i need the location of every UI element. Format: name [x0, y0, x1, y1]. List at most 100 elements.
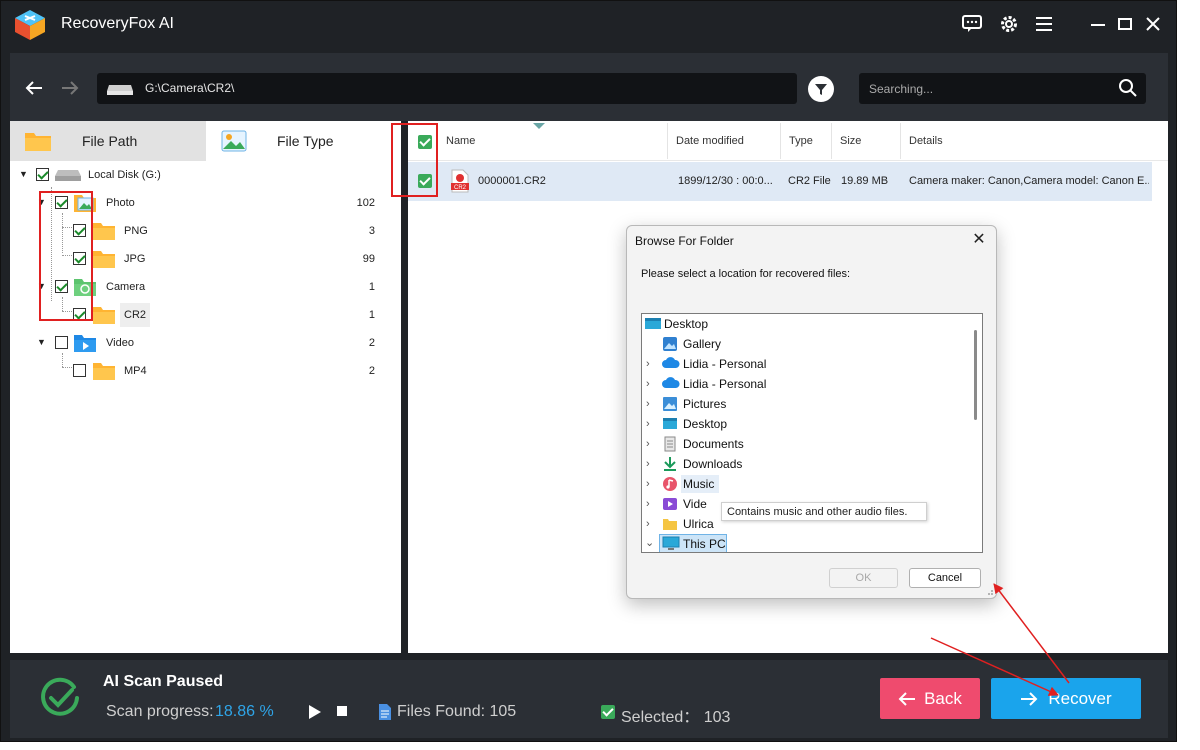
expand-chevron-icon[interactable]: › [646, 458, 650, 470]
tree-checkbox[interactable] [36, 168, 49, 181]
tree-item-count: 99 [362, 253, 375, 265]
folder-item-label: This PC [683, 537, 726, 551]
ok-button[interactable]: OK [829, 568, 898, 588]
forward-arrow-icon [1021, 691, 1038, 706]
cloud-icon [662, 357, 680, 368]
tree-item-count: 2 [368, 337, 375, 349]
search-input[interactable] [859, 73, 1109, 104]
column-header-name[interactable]: Name [446, 135, 475, 147]
filter-icon[interactable] [808, 76, 834, 102]
path-field[interactable]: G:\Camera\CR2\ [97, 73, 797, 104]
browse-folder-dialog: Browse For Folder ✕ Please select a loca… [626, 225, 997, 599]
back-button[interactable]: Back [880, 678, 980, 719]
sort-arrow-icon[interactable] [533, 123, 545, 130]
gallery-icon [663, 337, 677, 351]
folder-icon [93, 223, 115, 240]
collapse-arrow-icon[interactable]: ▼ [37, 337, 47, 347]
selected-count: Selected： 103 [621, 709, 731, 726]
menu-icon[interactable] [1031, 11, 1057, 37]
folder-icon [25, 133, 51, 151]
folder-item-desktop[interactable]: › Desktop [642, 414, 972, 434]
search-icon[interactable] [1118, 78, 1138, 98]
expand-chevron-icon[interactable]: › [646, 398, 650, 410]
close-icon[interactable] [1140, 11, 1166, 37]
expand-chevron-icon[interactable]: › [646, 438, 650, 450]
cloud-icon [662, 377, 680, 388]
cr2-file-icon: CR2 [451, 169, 469, 193]
vertical-scrollbar[interactable] [1152, 161, 1168, 653]
folder-icon [93, 363, 115, 380]
column-header-date[interactable]: Date modified [676, 135, 744, 147]
expand-chevron-icon[interactable]: › [646, 418, 650, 430]
tab-file-path[interactable]: File Path [10, 121, 206, 161]
folder-item-label: Vide [683, 497, 707, 511]
expand-chevron-icon[interactable]: › [646, 378, 650, 390]
gear-icon[interactable] [996, 11, 1022, 37]
tree-item-local-disk[interactable]: ▼ Local Disk (G:) [10, 161, 401, 189]
tree-item-count: 3 [368, 225, 375, 237]
image-file-icon [221, 130, 247, 152]
selected-check-icon [601, 705, 615, 719]
dialog-close-icon[interactable]: ✕ [970, 231, 988, 249]
column-header-details[interactable]: Details [909, 135, 943, 147]
check-circle-icon [41, 677, 79, 716]
feedback-icon[interactable] [959, 11, 985, 37]
folder-item-lidia-personal[interactable]: › Lidia - Personal [642, 354, 972, 374]
tree-checkbox[interactable] [55, 336, 68, 349]
folder-item-lidia-personal-2[interactable]: › Lidia - Personal [642, 374, 972, 394]
collapse-arrow-icon[interactable]: ▼ [19, 169, 29, 179]
tree-item-label: JPG [124, 253, 146, 265]
annotation-box-right [391, 123, 438, 197]
desktop-icon [663, 418, 677, 429]
drive-icon [55, 170, 81, 181]
tree-item-count: 2 [368, 365, 375, 377]
expand-chevron-icon[interactable]: › [646, 498, 650, 510]
cancel-button[interactable]: Cancel [909, 568, 981, 588]
app-title: RecoveryFox AI [61, 15, 174, 32]
column-header-type[interactable]: Type [789, 135, 813, 147]
folder-item-pictures[interactable]: › Pictures [642, 394, 972, 414]
file-type: CR2 File [788, 175, 831, 187]
video-folder-icon [74, 335, 96, 352]
expand-chevron-icon[interactable]: › [646, 518, 650, 530]
expand-chevron-icon[interactable]: › [646, 358, 650, 370]
forward-arrow-icon[interactable] [57, 75, 83, 101]
file-size: 19.89 MB [841, 175, 889, 187]
title-bar: RecoveryFox AI [1, 1, 1176, 51]
navigation-bar: G:\Camera\CR2\ [10, 53, 1168, 121]
tree-item-video[interactable]: ▼ Video 2 [10, 329, 401, 357]
expand-chevron-icon[interactable]: › [646, 478, 650, 490]
tree-item-label: MP4 [124, 365, 147, 377]
minimize-icon[interactable] [1085, 11, 1111, 37]
dialog-scroll-thumb[interactable] [974, 330, 977, 420]
resize-grip-icon[interactable] [986, 588, 994, 596]
tab-file-path-label: File Path [82, 133, 138, 149]
play-icon[interactable] [308, 704, 322, 720]
folder-item-gallery[interactable]: Gallery [642, 334, 972, 354]
folder-item-desktop-root[interactable]: Desktop [642, 314, 972, 334]
folder-item-label: Pictures [683, 397, 727, 411]
recover-button[interactable]: Recover [991, 678, 1141, 719]
folder-item-documents[interactable]: › Documents [642, 434, 972, 454]
table-row[interactable]: CR2 0000001.CR2 1899/12/30 : 00:0... CR2… [408, 162, 1152, 201]
tree-item-label: Camera [106, 281, 146, 293]
stop-icon[interactable] [337, 706, 347, 716]
desktop-icon [645, 318, 661, 329]
folder-item-music[interactable]: › Music [642, 474, 972, 494]
folder-picker-tree[interactable]: Desktop Gallery › Lidia - Personal › Lid… [641, 313, 983, 553]
search-box [859, 73, 1146, 104]
maximize-icon[interactable] [1112, 11, 1138, 37]
folder-item-label: Ulrica [683, 517, 714, 531]
folder-item-downloads[interactable]: › Downloads [642, 454, 972, 474]
column-header-size[interactable]: Size [840, 135, 861, 147]
folder-item-this-pc[interactable]: ⌄ This PC [642, 534, 972, 552]
annotation-box-left [39, 191, 93, 321]
tab-file-type[interactable]: File Type [206, 121, 401, 161]
back-arrow-icon[interactable] [21, 75, 47, 101]
tree-item-mp4[interactable]: MP4 2 [10, 357, 401, 385]
dialog-scrollbar[interactable] [970, 316, 980, 550]
tree-checkbox[interactable] [73, 364, 86, 377]
collapse-chevron-icon[interactable]: ⌄ [645, 536, 654, 549]
table-header: Name Date modified Type Size Details [408, 121, 1168, 161]
folder-item-label: Downloads [683, 457, 743, 471]
